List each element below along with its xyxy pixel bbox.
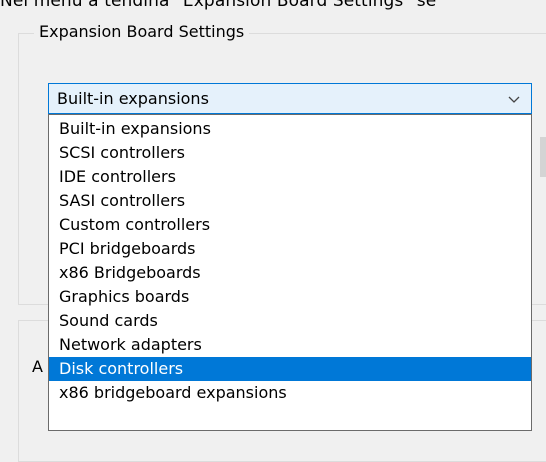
second-group-title-fragment: A <box>30 356 44 378</box>
dropdown-option[interactable]: PCI bridgeboards <box>49 237 531 261</box>
expansion-type-dropdown-list[interactable]: Built-in expansions SCSI controllers IDE c… <box>48 114 532 431</box>
dropdown-option[interactable]: Disk controllers <box>49 357 531 381</box>
dropdown-option[interactable]: SASI controllers <box>49 189 531 213</box>
dropdown-option[interactable]: x86 Bridgeboards <box>49 261 531 285</box>
instruction-text-clipped: Nel menù a tendina "Expansion Board Sett… <box>0 0 437 11</box>
group-title: Expansion Board Settings <box>34 21 250 43</box>
dropdown-option[interactable]: Network adapters <box>49 333 531 357</box>
dropdown-option[interactable]: IDE controllers <box>49 165 531 189</box>
dropdown-option[interactable]: Built-in expansions <box>49 117 531 141</box>
chevron-down-icon[interactable] <box>507 92 521 106</box>
combobox-selected-value: Built-in expansions <box>57 89 209 108</box>
expansion-type-combobox[interactable]: Built-in expansions <box>48 83 532 114</box>
dropdown-option[interactable]: Graphics boards <box>49 285 531 309</box>
dropdown-option[interactable]: Custom controllers <box>49 213 531 237</box>
dropdown-option[interactable]: Sound cards <box>49 309 531 333</box>
side-control-edge <box>540 137 546 177</box>
dropdown-option[interactable]: SCSI controllers <box>49 141 531 165</box>
dropdown-option[interactable]: x86 bridgeboard expansions <box>49 381 531 405</box>
